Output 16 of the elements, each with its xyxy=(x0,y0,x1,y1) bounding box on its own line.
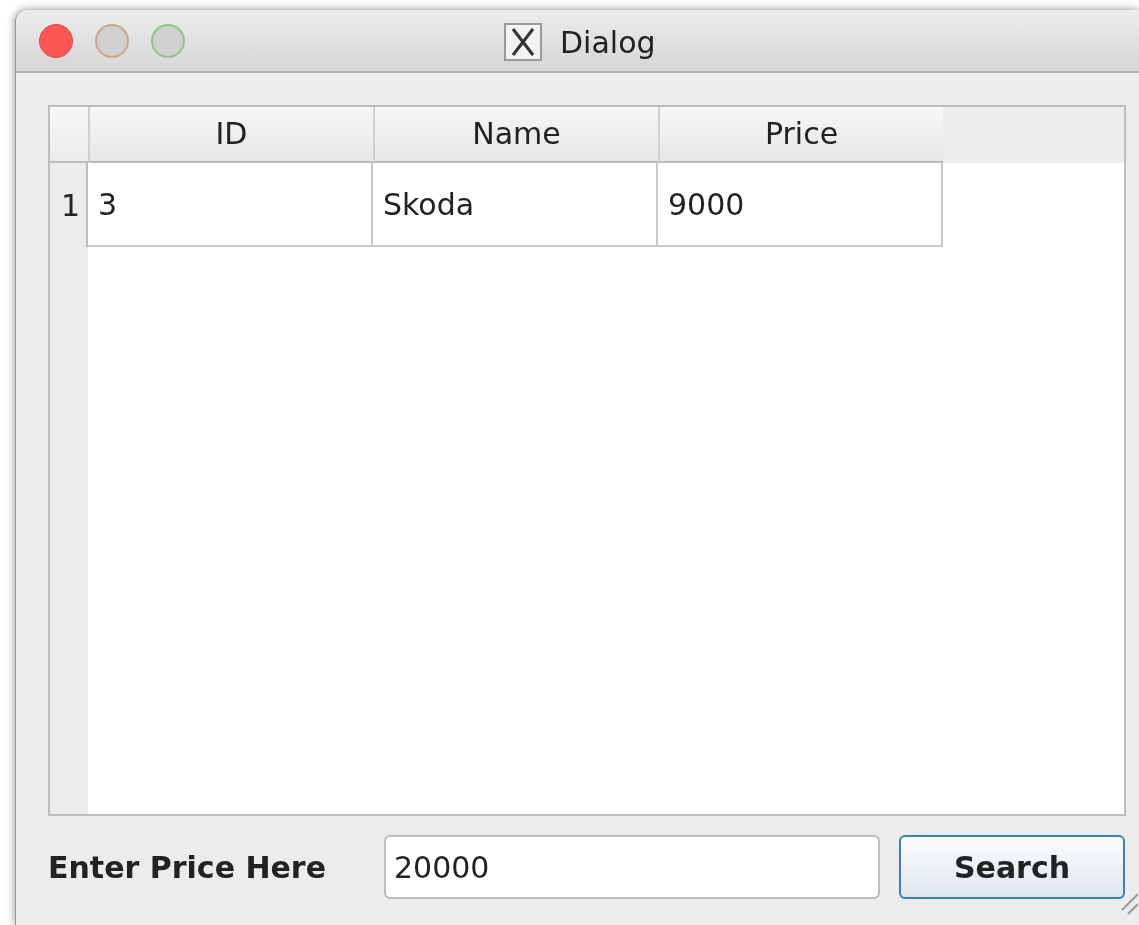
column-header[interactable]: ID xyxy=(88,107,373,163)
table-cell: 9000 xyxy=(658,163,943,247)
input-field[interactable]: 20000 xyxy=(384,835,880,899)
table-cell: Skoda xyxy=(373,163,658,247)
window-title: Dialog xyxy=(560,24,656,60)
row-header[interactable]: 1 xyxy=(50,163,88,247)
field-label: Enter Price Here xyxy=(48,849,327,885)
column-header[interactable]: Name xyxy=(373,107,658,163)
search-button[interactable]: Search xyxy=(899,835,1125,899)
minimize-button[interactable] xyxy=(95,23,129,58)
x-icon xyxy=(504,23,542,61)
column-header[interactable]: Price xyxy=(658,107,943,163)
corner-button[interactable] xyxy=(50,107,88,163)
close-button[interactable] xyxy=(39,23,73,58)
maximize-button[interactable] xyxy=(151,23,185,58)
table-cell: 3 xyxy=(88,163,373,247)
